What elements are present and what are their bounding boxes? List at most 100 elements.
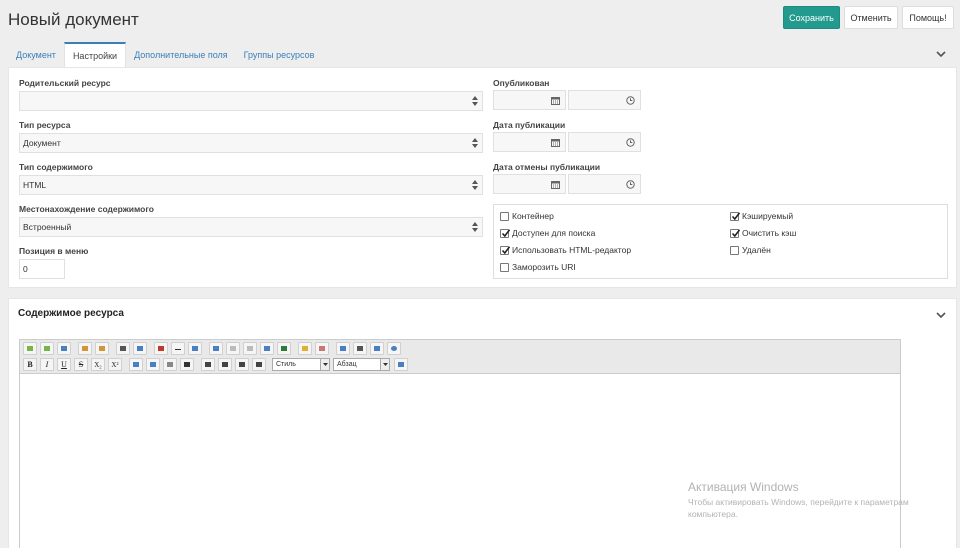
- checkbox-label: Очистить кэш: [742, 228, 797, 238]
- calendar-icon: [551, 180, 560, 189]
- italic-button[interactable]: I: [40, 358, 54, 371]
- cacheable-checkbox[interactable]: Кэшируемый: [730, 211, 793, 221]
- content-location-label: Местонахождение содержимого: [19, 204, 154, 214]
- fullscreen-icon[interactable]: [370, 342, 384, 355]
- collapse-content-chevron-icon[interactable]: [936, 310, 946, 320]
- outdent-icon[interactable]: [163, 358, 177, 371]
- deleted-checkbox[interactable]: Удалён: [730, 245, 771, 255]
- menu-position-label: Позиция в меню: [19, 246, 89, 256]
- resource-type-value: Документ: [23, 138, 61, 148]
- dropdown-arrow-icon: [320, 359, 329, 370]
- unlink-icon[interactable]: [243, 342, 257, 355]
- style-select[interactable]: Стиль: [272, 358, 330, 371]
- image-icon[interactable]: [209, 342, 223, 355]
- richtext-checkbox[interactable]: Использовать HTML-редактор: [500, 245, 631, 255]
- windows-activation-watermark: Активация Windows Чтобы активировать Win…: [688, 480, 938, 520]
- tab-settings[interactable]: Настройки: [63, 42, 127, 68]
- clock-icon: [626, 180, 635, 189]
- options-checkbox-group: Контейнер Доступен для поиска Использова…: [493, 204, 948, 279]
- checkbox-empty-icon: [730, 245, 739, 255]
- link-icon[interactable]: [226, 342, 240, 355]
- eraser-icon[interactable]: [315, 342, 329, 355]
- subscript-button[interactable]: X₂: [91, 358, 105, 371]
- checkmark-icon: [500, 245, 510, 255]
- tab-extra-fields[interactable]: Дополнительные поля: [126, 42, 236, 68]
- content-location-select[interactable]: Встроенный: [19, 217, 483, 237]
- container-checkbox[interactable]: Контейнер: [500, 211, 554, 221]
- unpublish-date-label: Дата отмены публикации: [493, 162, 601, 172]
- superscript-button[interactable]: X²: [108, 358, 122, 371]
- bold-button[interactable]: B: [23, 358, 37, 371]
- publish-date-input[interactable]: [493, 132, 566, 152]
- format-select[interactable]: Абзац: [333, 358, 390, 371]
- format-select-value: Абзац: [337, 361, 357, 368]
- published-date-input[interactable]: [493, 90, 566, 110]
- checkbox-label: Кэшируемый: [742, 211, 794, 221]
- align-center-icon[interactable]: [218, 358, 232, 371]
- align-left-icon[interactable]: [201, 358, 215, 371]
- updown-icon: [472, 221, 478, 233]
- content-type-select[interactable]: HTML: [19, 175, 483, 195]
- parent-select[interactable]: [19, 91, 483, 111]
- replace-icon[interactable]: [133, 342, 147, 355]
- checkbox-label: Доступен для поиска: [512, 228, 596, 238]
- checkbox-label: Использовать HTML-редактор: [512, 245, 632, 255]
- resource-type-select[interactable]: Документ: [19, 133, 483, 153]
- style-select-value: Стиль: [276, 361, 296, 368]
- tab-bar: Документ Настройки Дополнительные поля Г…: [8, 42, 322, 68]
- watermark-text: Чтобы активировать Windows, перейдите к …: [688, 497, 909, 519]
- unpublish-time-input[interactable]: [568, 174, 641, 194]
- collapse-tabs-chevron-icon[interactable]: [936, 49, 946, 59]
- print-icon[interactable]: [353, 342, 367, 355]
- editor-toolbar: B I U S X₂ X² Стиль Абзац: [20, 340, 900, 374]
- underline-button[interactable]: U: [57, 358, 71, 371]
- clock-icon: [626, 138, 635, 147]
- checkbox-label: Заморозить URI: [512, 262, 576, 272]
- tab-resource-groups[interactable]: Группы ресурсов: [236, 42, 323, 68]
- align-right-icon[interactable]: [235, 358, 249, 371]
- redo-icon[interactable]: [40, 342, 54, 355]
- find-icon[interactable]: [116, 342, 130, 355]
- settings-panel: Родительский ресурс Тип ресурса Документ…: [8, 67, 957, 288]
- code-icon[interactable]: [336, 342, 350, 355]
- unpublish-date-input[interactable]: [493, 174, 566, 194]
- paste-icon[interactable]: [78, 342, 92, 355]
- undo-icon[interactable]: [23, 342, 37, 355]
- help-icon[interactable]: [387, 342, 401, 355]
- content-location-value: Встроенный: [23, 222, 72, 232]
- checkmark-icon: [730, 228, 740, 238]
- content-header[interactable]: Содержимое ресурса: [9, 299, 956, 330]
- tab-document[interactable]: Документ: [8, 42, 64, 68]
- cancel-button[interactable]: Отменить: [844, 6, 898, 29]
- indent-icon[interactable]: [180, 358, 194, 371]
- special-char-icon[interactable]: [188, 342, 202, 355]
- searchable-checkbox[interactable]: Доступен для поиска: [500, 228, 595, 238]
- bullet-list-icon[interactable]: [129, 358, 143, 371]
- clear-cache-checkbox[interactable]: Очистить кэш: [730, 228, 796, 238]
- paste-text-icon[interactable]: [95, 342, 109, 355]
- pencil-icon[interactable]: [298, 342, 312, 355]
- strikethrough-button[interactable]: S: [74, 358, 88, 371]
- save-button[interactable]: Сохранить: [783, 6, 840, 29]
- calendar-icon: [551, 138, 560, 147]
- publish-time-input[interactable]: [568, 132, 641, 152]
- anchor-icon[interactable]: [260, 342, 274, 355]
- calendar-icon: [551, 96, 560, 105]
- checkbox-empty-icon: [500, 211, 509, 221]
- align-justify-icon[interactable]: [252, 358, 266, 371]
- freeze-uri-checkbox[interactable]: Заморозить URI: [500, 262, 576, 272]
- clear-formatting-icon[interactable]: [394, 358, 408, 371]
- film-icon[interactable]: [277, 342, 291, 355]
- publish-date-label: Дата публикации: [493, 120, 566, 130]
- menu-position-value: 0: [23, 264, 28, 274]
- published-time-input[interactable]: [568, 90, 641, 110]
- horizontal-rule-icon[interactable]: [171, 342, 185, 355]
- numbered-list-icon[interactable]: [146, 358, 160, 371]
- help-button[interactable]: Помощь!: [902, 6, 954, 29]
- media-icon[interactable]: [154, 342, 168, 355]
- cut-icon[interactable]: [57, 342, 71, 355]
- checkbox-label: Удалён: [742, 245, 771, 255]
- menu-position-input[interactable]: 0: [19, 259, 65, 279]
- clock-icon: [626, 96, 635, 105]
- published-label: Опубликован: [493, 78, 550, 88]
